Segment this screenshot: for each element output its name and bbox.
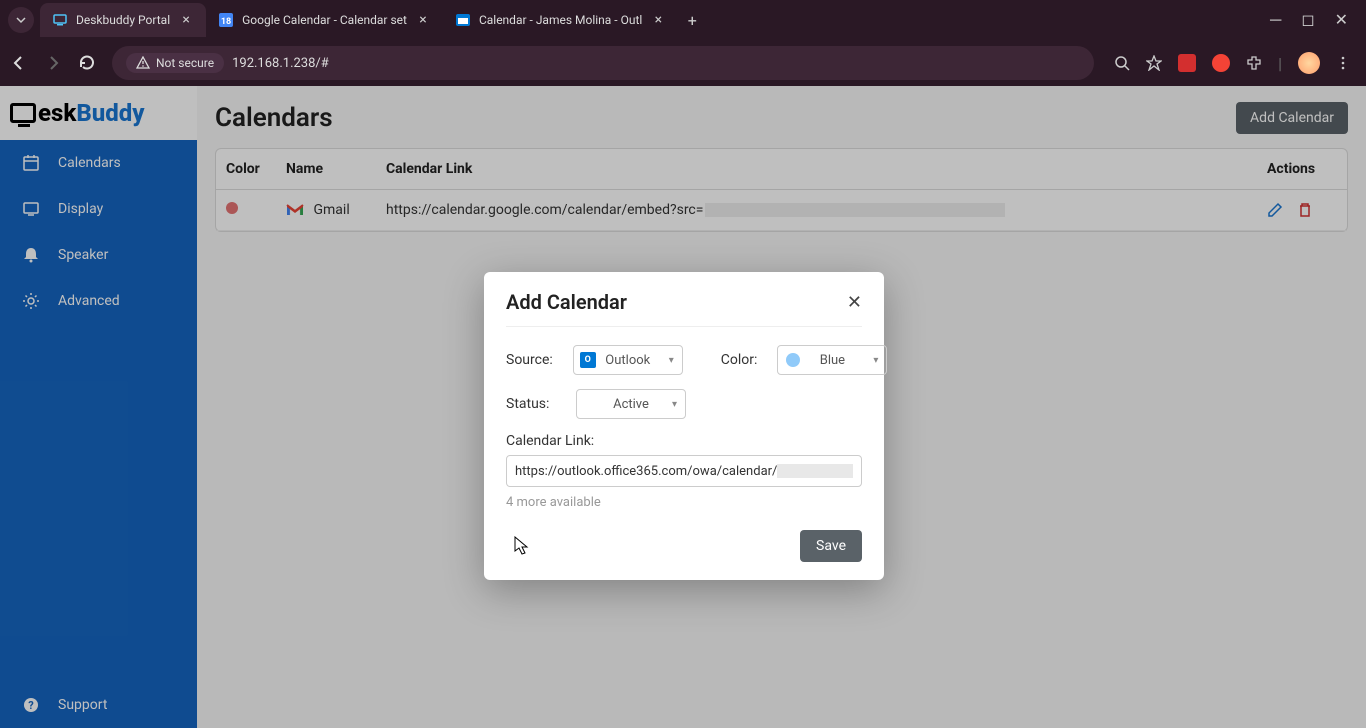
tab-title: Calendar - James Molina - Outl [479, 13, 642, 27]
status-label: Status: [506, 396, 556, 412]
reload-button[interactable] [78, 54, 98, 72]
extensions-icon[interactable] [1246, 55, 1262, 71]
tab-title: Google Calendar - Calendar set [242, 13, 407, 27]
window-controls: ─ ◻ ✕ [1270, 10, 1358, 30]
add-calendar-modal: Add Calendar ✕ Source: O Outlook ▾ Color… [484, 272, 884, 580]
bookmark-icon[interactable] [1146, 55, 1162, 71]
browser-tab[interactable]: 18 Google Calendar - Calendar set × [206, 3, 443, 37]
maximize-button[interactable]: ◻ [1301, 10, 1314, 30]
tab-favicon [52, 12, 68, 28]
hint-text: 4 more available [506, 495, 862, 510]
color-label: Color: [721, 352, 758, 368]
url-text: 192.168.1.238/# [232, 56, 329, 71]
save-button[interactable]: Save [800, 530, 862, 562]
back-button[interactable] [10, 54, 30, 72]
menu-icon[interactable] [1336, 56, 1350, 70]
extension-icon[interactable] [1178, 54, 1196, 72]
modal-title: Add Calendar [506, 290, 627, 314]
svg-text:18: 18 [221, 17, 231, 27]
browser-titlebar: Deskbuddy Portal × 18 Google Calendar - … [0, 0, 1366, 40]
tab-favicon: 18 [218, 12, 234, 28]
calendar-link-input[interactable]: https://outlook.office365.com/owa/calend… [506, 455, 862, 487]
chevron-down-icon: ▾ [669, 355, 674, 366]
tab-close-icon[interactable]: × [650, 12, 666, 28]
warning-icon [136, 56, 150, 70]
color-swatch [786, 353, 800, 367]
profile-avatar[interactable] [1298, 52, 1320, 74]
tab-favicon [455, 12, 471, 28]
minimize-button[interactable]: ─ [1270, 10, 1281, 30]
close-icon[interactable]: ✕ [847, 292, 862, 313]
tab-close-icon[interactable]: × [415, 12, 431, 28]
source-label: Source: [506, 352, 553, 368]
outlook-icon: O [580, 352, 596, 368]
extension-icon[interactable] [1212, 54, 1230, 72]
source-select[interactable]: O Outlook ▾ [573, 345, 683, 375]
new-tab-button[interactable]: + [678, 11, 706, 30]
forward-button[interactable] [44, 54, 64, 72]
chevron-down-icon: ▾ [672, 399, 677, 410]
cursor-icon [514, 536, 530, 556]
link-label: Calendar Link: [506, 433, 862, 449]
redacted-text [777, 464, 853, 478]
color-select[interactable]: Blue ▾ [777, 345, 887, 375]
address-bar[interactable]: Not secure 192.168.1.238/# [112, 46, 1094, 80]
tab-title: Deskbuddy Portal [76, 13, 170, 27]
tab-close-icon[interactable]: × [178, 12, 194, 28]
tab-search-button[interactable] [8, 7, 34, 33]
status-select[interactable]: Active ▾ [576, 389, 686, 419]
chevron-down-icon: ▾ [873, 355, 878, 366]
security-badge[interactable]: Not secure [126, 53, 224, 73]
insecure-label: Not secure [156, 56, 214, 70]
browser-toolbar: Not secure 192.168.1.238/# | [0, 40, 1366, 86]
app-viewport: eskBuddy Calendars Display Speaker Advan… [0, 86, 1366, 728]
close-window-button[interactable]: ✕ [1335, 10, 1348, 30]
browser-tab[interactable]: Deskbuddy Portal × [40, 3, 206, 37]
zoom-icon[interactable] [1114, 55, 1130, 71]
browser-tab[interactable]: Calendar - James Molina - Outl × [443, 3, 678, 37]
